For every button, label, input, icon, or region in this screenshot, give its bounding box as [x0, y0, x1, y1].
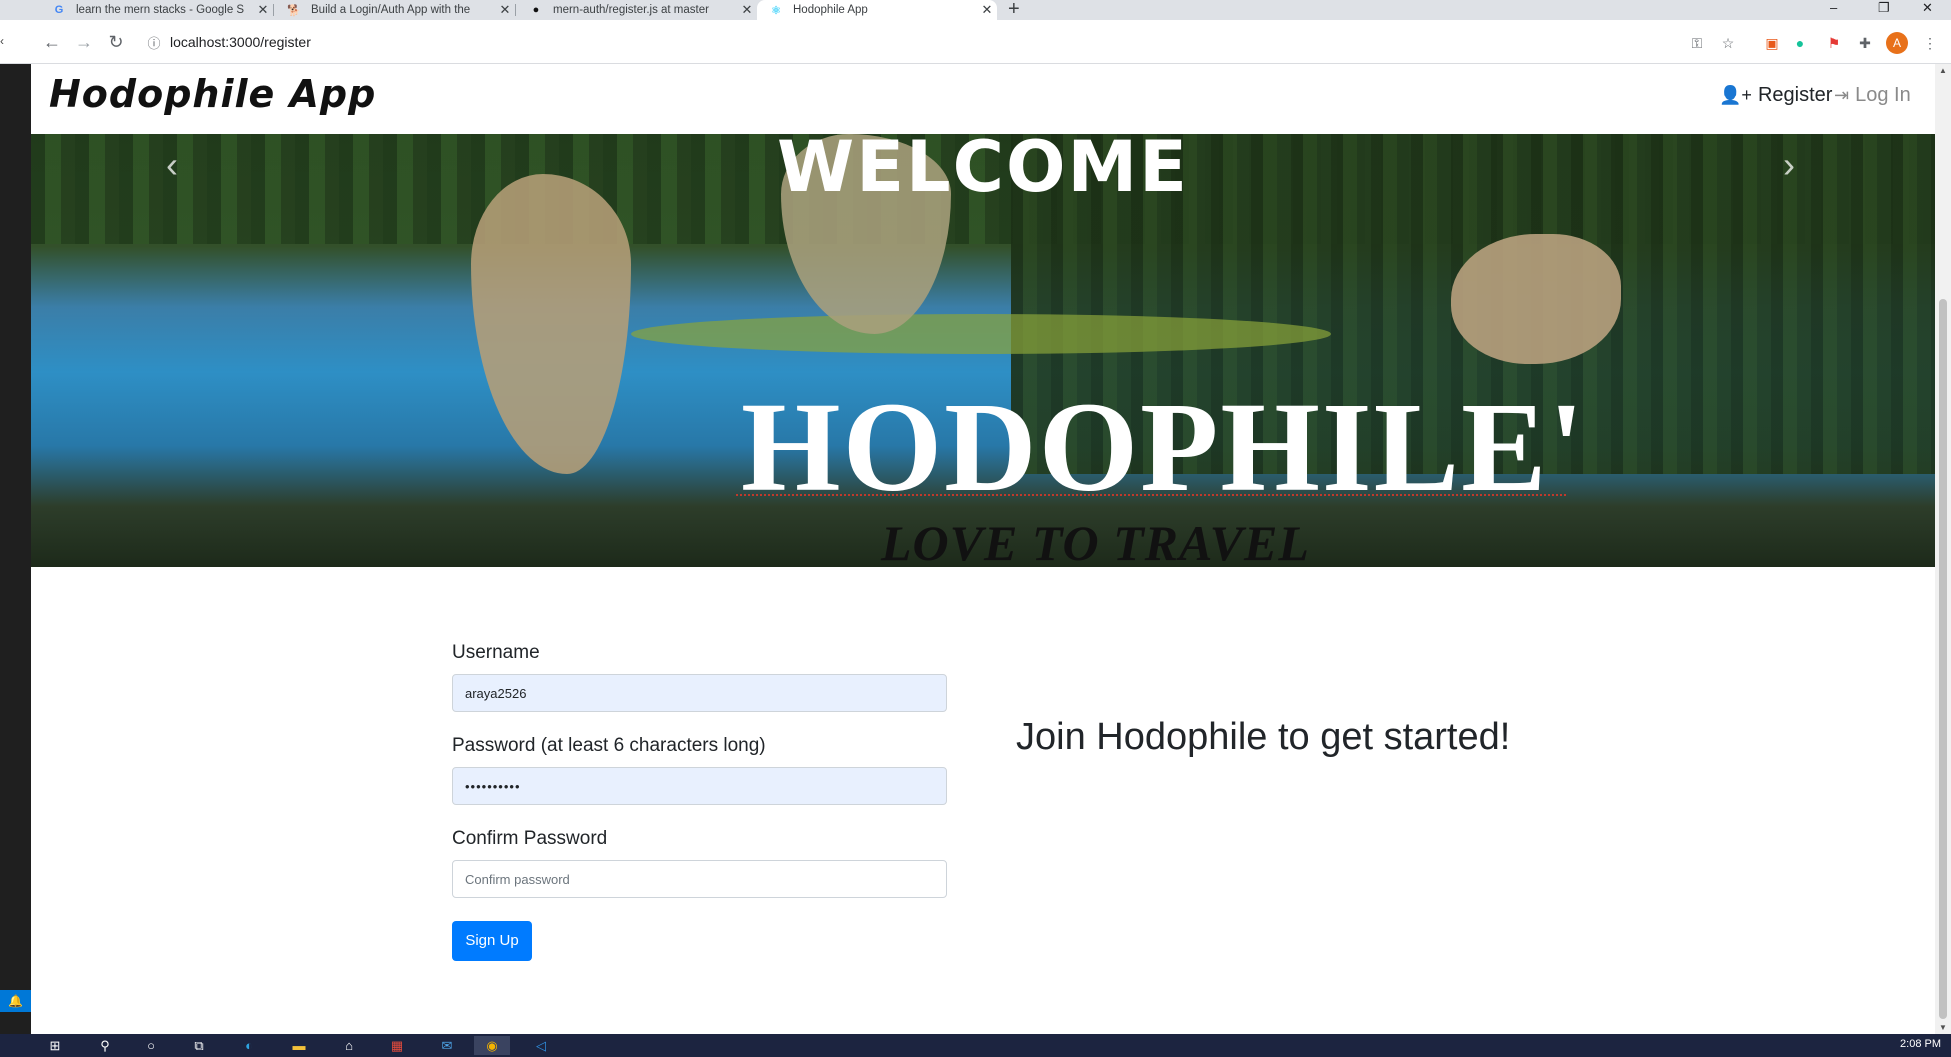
login-label: Log In — [1855, 84, 1911, 106]
url-text: localhost:3000/register — [170, 34, 311, 50]
brand-logo[interactable]: Hodophile App — [49, 72, 376, 116]
puzzle-icon[interactable]: ✚ — [1855, 33, 1875, 53]
carousel-next-icon[interactable]: › — [1783, 144, 1795, 186]
file-explorer-icon[interactable]: ▬ — [288, 1036, 310, 1055]
scroll-up-icon[interactable]: ▲ — [1935, 66, 1951, 75]
register-label: Register — [1757, 84, 1833, 106]
app-navbar: Hodophile App 👤+ Register ⇥ Log In — [31, 64, 1935, 134]
username-label: Username — [452, 642, 540, 663]
address-bar[interactable]: ⓘ localhost:3000/register — [140, 28, 1720, 56]
map-australia — [1451, 234, 1621, 364]
confirm-password-label: Confirm Password — [452, 828, 608, 849]
scroll-down-icon[interactable]: ▼ — [1935, 1023, 1951, 1032]
grammarly-icon[interactable]: ● — [1790, 33, 1810, 53]
close-icon[interactable]: ✕ — [253, 2, 273, 18]
browser-toolbar: ← → ↻ ⓘ localhost:3000/register ⚿ ☆ ▣ ● … — [0, 20, 1951, 64]
tab-title: Build a Login/Auth App with the — [311, 4, 471, 16]
notification-bell-icon[interactable]: 🔔 — [0, 990, 31, 1012]
minimize-icon[interactable]: – — [1830, 0, 1837, 15]
hero-logo-text: HODOPHILE' — [741, 376, 1586, 518]
info-icon[interactable]: ⓘ — [140, 33, 168, 52]
cortana-icon[interactable]: ○ — [140, 1036, 162, 1055]
new-tab-button[interactable]: + — [1008, 0, 1020, 21]
forward-icon[interactable]: → — [72, 30, 96, 54]
vertical-scrollbar[interactable]: ▲ ▼ — [1935, 64, 1951, 1034]
left-window-edge: ‹ — [0, 34, 31, 1034]
windows-taskbar: ⊞ ⚲ ○ ⧉ ◐ ▬ ⌂ ▦ ✉ ◉ ◁ 2:08 PM — [0, 1034, 1951, 1057]
edge-icon[interactable]: ◐ — [238, 1036, 260, 1055]
hero-tagline: LOVE TO TRAVEL — [881, 515, 1310, 567]
scrollbar-thumb[interactable] — [1939, 299, 1947, 1019]
store-icon[interactable]: ⌂ — [338, 1036, 360, 1055]
react-icon: ⚛ — [771, 4, 781, 17]
extension-icon[interactable]: ⚑ — [1824, 33, 1844, 53]
sign-up-button[interactable]: Sign Up — [452, 921, 532, 961]
user-plus-icon: 👤+ — [1719, 85, 1752, 105]
login-link[interactable]: ⇥ Log In — [1834, 84, 1911, 107]
mail-icon[interactable]: ✉ — [436, 1036, 458, 1055]
browser-tab-2[interactable]: 🐕 Build a Login/Auth App with the ✕ — [275, 0, 516, 20]
hero-shoreline — [631, 314, 1331, 354]
sign-in-icon: ⇥ — [1834, 85, 1850, 105]
vscode-icon[interactable]: ◁ — [530, 1036, 552, 1055]
github-icon: ● — [532, 4, 540, 16]
profile-avatar[interactable]: A — [1886, 32, 1908, 54]
tab-title: Hodophile App — [793, 4, 868, 16]
tab-separator — [515, 4, 516, 16]
confirm-password-field[interactable]: Confirm password — [452, 860, 947, 898]
join-heading: Join Hodophile to get started! — [1016, 716, 1511, 758]
tab-strip: G learn the mern stacks - Google S ✕ 🐕 B… — [0, 0, 1951, 20]
browser-tab-3[interactable]: ● mern-auth/register.js at master ✕ — [517, 0, 757, 20]
extension-off-icon[interactable]: ▣ — [1762, 33, 1782, 53]
hero-carousel: WELCOME HODOPHILE' LOVE TO TRAVEL ‹ › — [31, 134, 1935, 567]
chevron-left-icon: ‹ — [0, 34, 4, 48]
close-window-icon[interactable]: ✕ — [1922, 0, 1933, 16]
dog-icon: 🐕 — [287, 4, 301, 17]
register-form: Username araya2526 Password (at least 6 … — [452, 642, 947, 961]
page-content: Hodophile App 👤+ Register ⇥ Log In WELCO… — [31, 64, 1935, 1034]
app-icon[interactable]: ▦ — [386, 1036, 408, 1055]
close-icon[interactable]: ✕ — [977, 2, 997, 18]
map-south-america — [471, 174, 631, 474]
close-icon[interactable]: ✕ — [737, 2, 757, 18]
password-field[interactable]: •••••••••• — [452, 767, 947, 805]
close-icon[interactable]: ✕ — [495, 2, 515, 18]
restore-icon[interactable]: ❐ — [1878, 0, 1890, 16]
tab-title: learn the mern stacks - Google S — [76, 4, 245, 16]
windows-start-icon[interactable]: ⊞ — [44, 1036, 66, 1055]
reload-icon[interactable]: ↻ — [104, 30, 128, 54]
hero-welcome: WELCOME — [777, 134, 1189, 208]
tab-separator — [273, 4, 274, 16]
browser-tab-active[interactable]: ⚛ Hodophile App ✕ — [757, 0, 997, 20]
browser-tab-1[interactable]: G learn the mern stacks - Google S ✕ — [40, 0, 274, 20]
chrome-taskbar-icon[interactable]: ◉ — [474, 1036, 510, 1055]
search-icon[interactable]: ⚲ — [94, 1036, 116, 1055]
menu-icon[interactable]: ⋮ — [1920, 33, 1940, 53]
carousel-prev-icon[interactable]: ‹ — [166, 144, 178, 186]
password-label: Password (at least 6 characters long) — [452, 735, 766, 756]
back-icon[interactable]: ← — [40, 30, 64, 54]
register-link[interactable]: 👤+ Register — [1719, 84, 1832, 107]
google-icon: G — [54, 4, 64, 16]
username-field[interactable]: araya2526 — [452, 674, 947, 712]
key-icon[interactable]: ⚿ — [1687, 33, 1707, 53]
star-icon[interactable]: ☆ — [1718, 33, 1738, 53]
tab-title: mern-auth/register.js at master — [553, 4, 709, 16]
task-view-icon[interactable]: ⧉ — [188, 1036, 210, 1055]
taskbar-clock: 2:08 PM — [1900, 1038, 1941, 1050]
